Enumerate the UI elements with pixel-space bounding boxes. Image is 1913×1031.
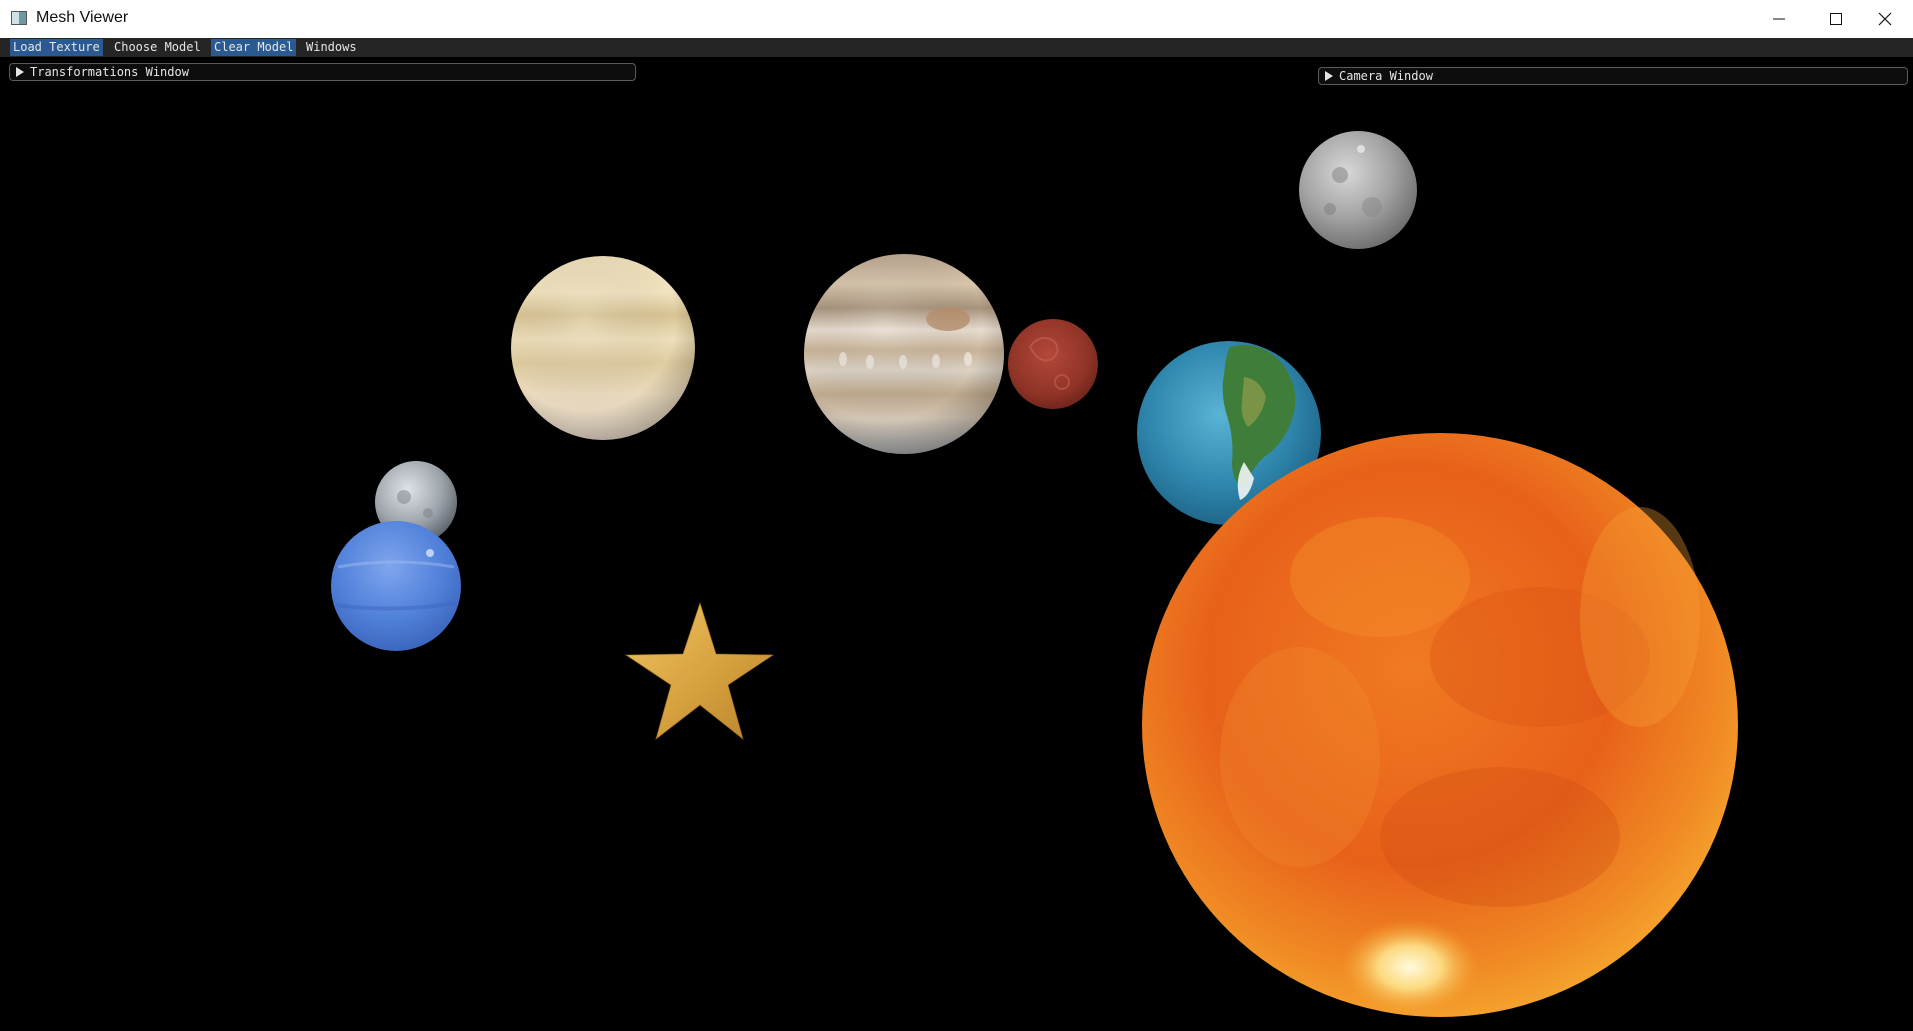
- camera-window-title: Camera Window: [1339, 69, 1433, 83]
- menu-windows[interactable]: Windows: [303, 39, 360, 56]
- star-model[interactable]: [624, 601, 775, 741]
- transformations-window-header[interactable]: Transformations Window: [9, 63, 636, 81]
- saturn-sphere[interactable]: [511, 256, 695, 440]
- minimize-button[interactable]: [1751, 0, 1807, 38]
- maximize-icon: [1830, 13, 1842, 25]
- close-button[interactable]: [1857, 0, 1913, 38]
- collapse-arrow-icon[interactable]: [1325, 71, 1333, 81]
- close-icon: [1878, 12, 1892, 26]
- window-title: Mesh Viewer: [36, 9, 129, 26]
- render-viewport[interactable]: Transformations Window Camera Window: [0, 57, 1913, 1031]
- sun-sphere[interactable]: [1142, 433, 1738, 1017]
- menu-clear-model[interactable]: Clear Model: [211, 39, 297, 56]
- moon-sphere[interactable]: [1299, 131, 1417, 249]
- maximize-button[interactable]: [1808, 0, 1864, 38]
- menu-bar: Load Texture Choose Model Clear Model Wi…: [0, 38, 1913, 57]
- jupiter-sphere[interactable]: [804, 254, 1004, 454]
- app-window-icon: [11, 11, 27, 25]
- camera-window-header[interactable]: Camera Window: [1318, 67, 1908, 85]
- menu-load-texture[interactable]: Load Texture: [10, 39, 103, 56]
- menu-choose-model[interactable]: Choose Model: [111, 39, 204, 56]
- title-bar: Mesh Viewer: [0, 0, 1913, 39]
- mars-sphere[interactable]: [1008, 319, 1098, 409]
- scene-canvas[interactable]: [0, 57, 1913, 1031]
- collapse-arrow-icon[interactable]: [16, 67, 24, 77]
- neptune-sphere[interactable]: [331, 521, 461, 651]
- transformations-window-title: Transformations Window: [30, 65, 189, 79]
- minimize-icon: [1773, 18, 1785, 20]
